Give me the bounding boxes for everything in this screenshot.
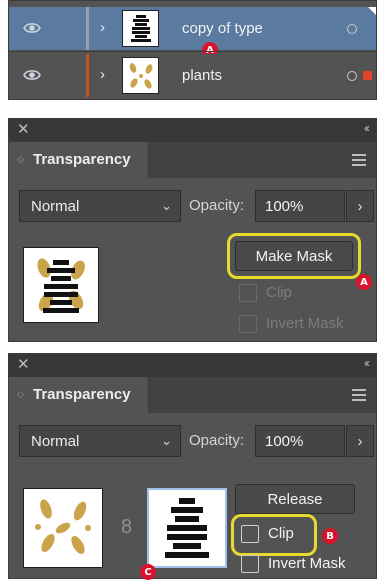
row-divider [9, 51, 376, 52]
double-chevron-icon[interactable]: ‹‹ [364, 121, 370, 135]
eye-icon[interactable] [23, 67, 41, 83]
transparency-panel-make-mask: ✕ ‹‹ ◇ Transparency Normal ⌄ Opacity: 10… [8, 118, 377, 342]
tab-transparency[interactable]: ◇ Transparency [9, 377, 149, 413]
target-circle-icon[interactable] [347, 24, 357, 34]
artwork-thumbnail[interactable] [23, 488, 103, 568]
transparency-panel-release: ✕ ‹‹ ◇ Transparency Normal ⌄ Opacity: 10… [8, 353, 377, 580]
clip-label: Clip [266, 284, 292, 301]
release-button[interactable]: Release [235, 484, 355, 514]
chain-link-icon[interactable]: 8 [121, 516, 132, 539]
chevron-down-icon: ⌄ [161, 198, 172, 213]
opacity-input[interactable]: 100% [255, 190, 345, 222]
layer-thumbnail [122, 57, 159, 94]
type-artwork-icon [165, 498, 209, 558]
selection-square-icon[interactable] [363, 71, 372, 80]
type-artwork-icon [37, 258, 85, 313]
opacity-input[interactable]: 100% [255, 425, 345, 457]
clip-checkbox[interactable] [239, 284, 257, 302]
invert-mask-checkbox[interactable] [239, 315, 257, 333]
panel-tab-row: ◇ Transparency [9, 142, 376, 178]
opacity-value: 100% [265, 433, 304, 450]
close-icon[interactable]: ✕ [17, 355, 30, 373]
opacity-label: Opacity: [189, 432, 245, 449]
opacity-label: Opacity: [189, 197, 245, 214]
opacity-value: 100% [265, 198, 304, 215]
type-artwork-icon [130, 14, 151, 42]
plants-artwork-icon [35, 499, 91, 555]
layer-color-bar [86, 54, 89, 97]
chevron-right-icon[interactable]: › [100, 66, 105, 83]
plants-artwork-icon [129, 62, 152, 89]
layer-color-bar [86, 7, 89, 50]
callout-badge-c: C [140, 564, 156, 580]
tab-grip-icon: ◇ [17, 154, 24, 164]
chevron-down-icon: ⌄ [161, 433, 172, 448]
layer-name[interactable]: plants [182, 67, 222, 84]
layer-row-copy-of-type[interactable]: › copy of type A [9, 7, 376, 58]
blend-mode-select[interactable]: Normal ⌄ [19, 190, 181, 222]
chevron-right-icon[interactable]: › [100, 19, 105, 36]
double-chevron-icon[interactable]: ‹‹ [364, 356, 370, 370]
layer-name[interactable]: copy of type [182, 20, 263, 37]
callout-badge-b: B [322, 528, 338, 544]
tab-grip-icon: ◇ [17, 389, 24, 399]
blend-mode-value: Normal [31, 198, 80, 215]
opacity-slider-button[interactable]: › [346, 425, 374, 457]
tab-label: Transparency [33, 151, 131, 168]
invert-mask-label: Invert Mask [266, 315, 344, 332]
panel-tab-row: ◇ Transparency [9, 377, 376, 413]
opacity-slider-button[interactable]: › [346, 190, 374, 222]
layer-thumbnail [122, 10, 159, 47]
invert-mask-label: Invert Mask [268, 555, 346, 572]
panel-titlebar: ✕ ‹‹ [9, 354, 376, 377]
clip-label: Clip [268, 525, 294, 542]
mask-thumbnail[interactable] [147, 488, 227, 568]
make-mask-button[interactable]: Make Mask [235, 241, 353, 271]
callout-badge-a: A [356, 274, 372, 290]
layer-row-plants[interactable]: › plants [9, 54, 376, 97]
panel-titlebar: ✕ ‹‹ [9, 119, 376, 142]
target-circle-icon[interactable] [347, 71, 357, 81]
tab-label: Transparency [33, 386, 131, 403]
clip-checkbox[interactable] [241, 525, 259, 543]
corner-indicator-icon [368, 7, 376, 15]
tab-transparency[interactable]: ◇ Transparency [9, 142, 149, 178]
blend-mode-select[interactable]: Normal ⌄ [19, 425, 181, 457]
invert-mask-checkbox[interactable] [241, 555, 259, 573]
blend-mode-value: Normal [31, 433, 80, 450]
hamburger-menu-icon[interactable] [352, 154, 366, 169]
eye-icon[interactable] [23, 20, 41, 36]
artwork-thumbnail[interactable] [23, 247, 99, 323]
layers-panel: › copy of type A › plants [8, 0, 377, 100]
hamburger-menu-icon[interactable] [352, 389, 366, 404]
close-icon[interactable]: ✕ [17, 120, 30, 138]
